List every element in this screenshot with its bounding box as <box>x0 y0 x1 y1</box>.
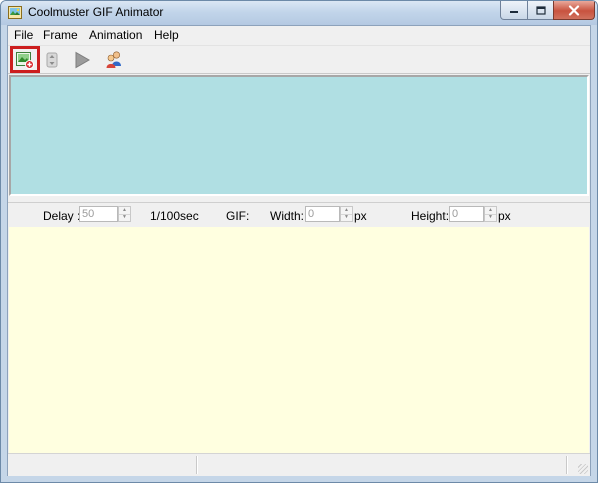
delay-label: Delay : <box>43 209 81 223</box>
height-spinner[interactable]: ▲ ▼ <box>484 206 497 222</box>
preview-pane[interactable] <box>9 227 589 453</box>
frame-properties-bar: Delay : 50 ▲ ▼ 1/100sec GIF: Width: 0 ▲ … <box>8 203 590 227</box>
play-button[interactable] <box>71 49 93 71</box>
frame-settings-button[interactable] <box>41 49 63 71</box>
delay-spinner[interactable]: ▲ ▼ <box>118 206 131 222</box>
height-input[interactable]: 0 <box>449 206 484 222</box>
add-image-button[interactable] <box>14 49 36 71</box>
minimize-icon <box>510 11 518 13</box>
frame-settings-icon <box>46 52 58 68</box>
maximize-icon <box>535 5 546 15</box>
close-button[interactable] <box>553 1 595 20</box>
frame-list-pane[interactable] <box>9 75 589 196</box>
app-icon <box>8 6 22 19</box>
window-title: Coolmuster GIF Animator <box>28 5 164 19</box>
client-area: File Frame Animation Help Delay: 50 ▲ ▼… <box>7 25 591 476</box>
delay-down-arrow-icon[interactable]: ▼ <box>119 214 130 221</box>
add-image-icon <box>16 52 34 69</box>
toolbar <box>8 45 590 74</box>
delay-unit-label: 1/100sec <box>150 209 199 223</box>
minimize-button[interactable] <box>500 1 528 20</box>
users-icon <box>106 51 121 68</box>
status-bar <box>8 453 590 476</box>
menu-bar: File Frame Animation Help <box>8 26 590 45</box>
menu-animation[interactable]: Animation <box>89 28 142 42</box>
menu-help[interactable]: Help <box>154 28 179 42</box>
gif-label: GIF: <box>226 209 250 223</box>
status-separator <box>566 456 568 474</box>
menu-file[interactable]: File <box>14 28 33 42</box>
height-down-arrow-icon[interactable]: ▼ <box>485 214 496 221</box>
maximize-button[interactable] <box>527 1 554 20</box>
width-spinner[interactable]: ▲ ▼ <box>340 206 353 222</box>
width-input[interactable]: 0 <box>305 206 340 222</box>
height-unit-label: px <box>498 209 511 223</box>
width-unit-label: px <box>354 209 367 223</box>
users-button[interactable] <box>103 49 125 71</box>
menu-frame[interactable]: Frame <box>43 28 78 42</box>
play-icon <box>75 51 91 69</box>
width-down-arrow-icon[interactable]: ▼ <box>341 214 352 221</box>
close-icon <box>568 4 580 16</box>
height-label: Height: <box>411 209 450 223</box>
width-label: Width: <box>270 209 305 223</box>
delay-input[interactable]: 50 <box>79 206 118 222</box>
app-window: Coolmuster GIF Animator File Frame Anima… <box>0 0 598 483</box>
status-separator <box>196 456 198 474</box>
title-bar[interactable]: Coolmuster GIF Animator <box>1 1 597 25</box>
resize-grip[interactable] <box>578 464 588 474</box>
